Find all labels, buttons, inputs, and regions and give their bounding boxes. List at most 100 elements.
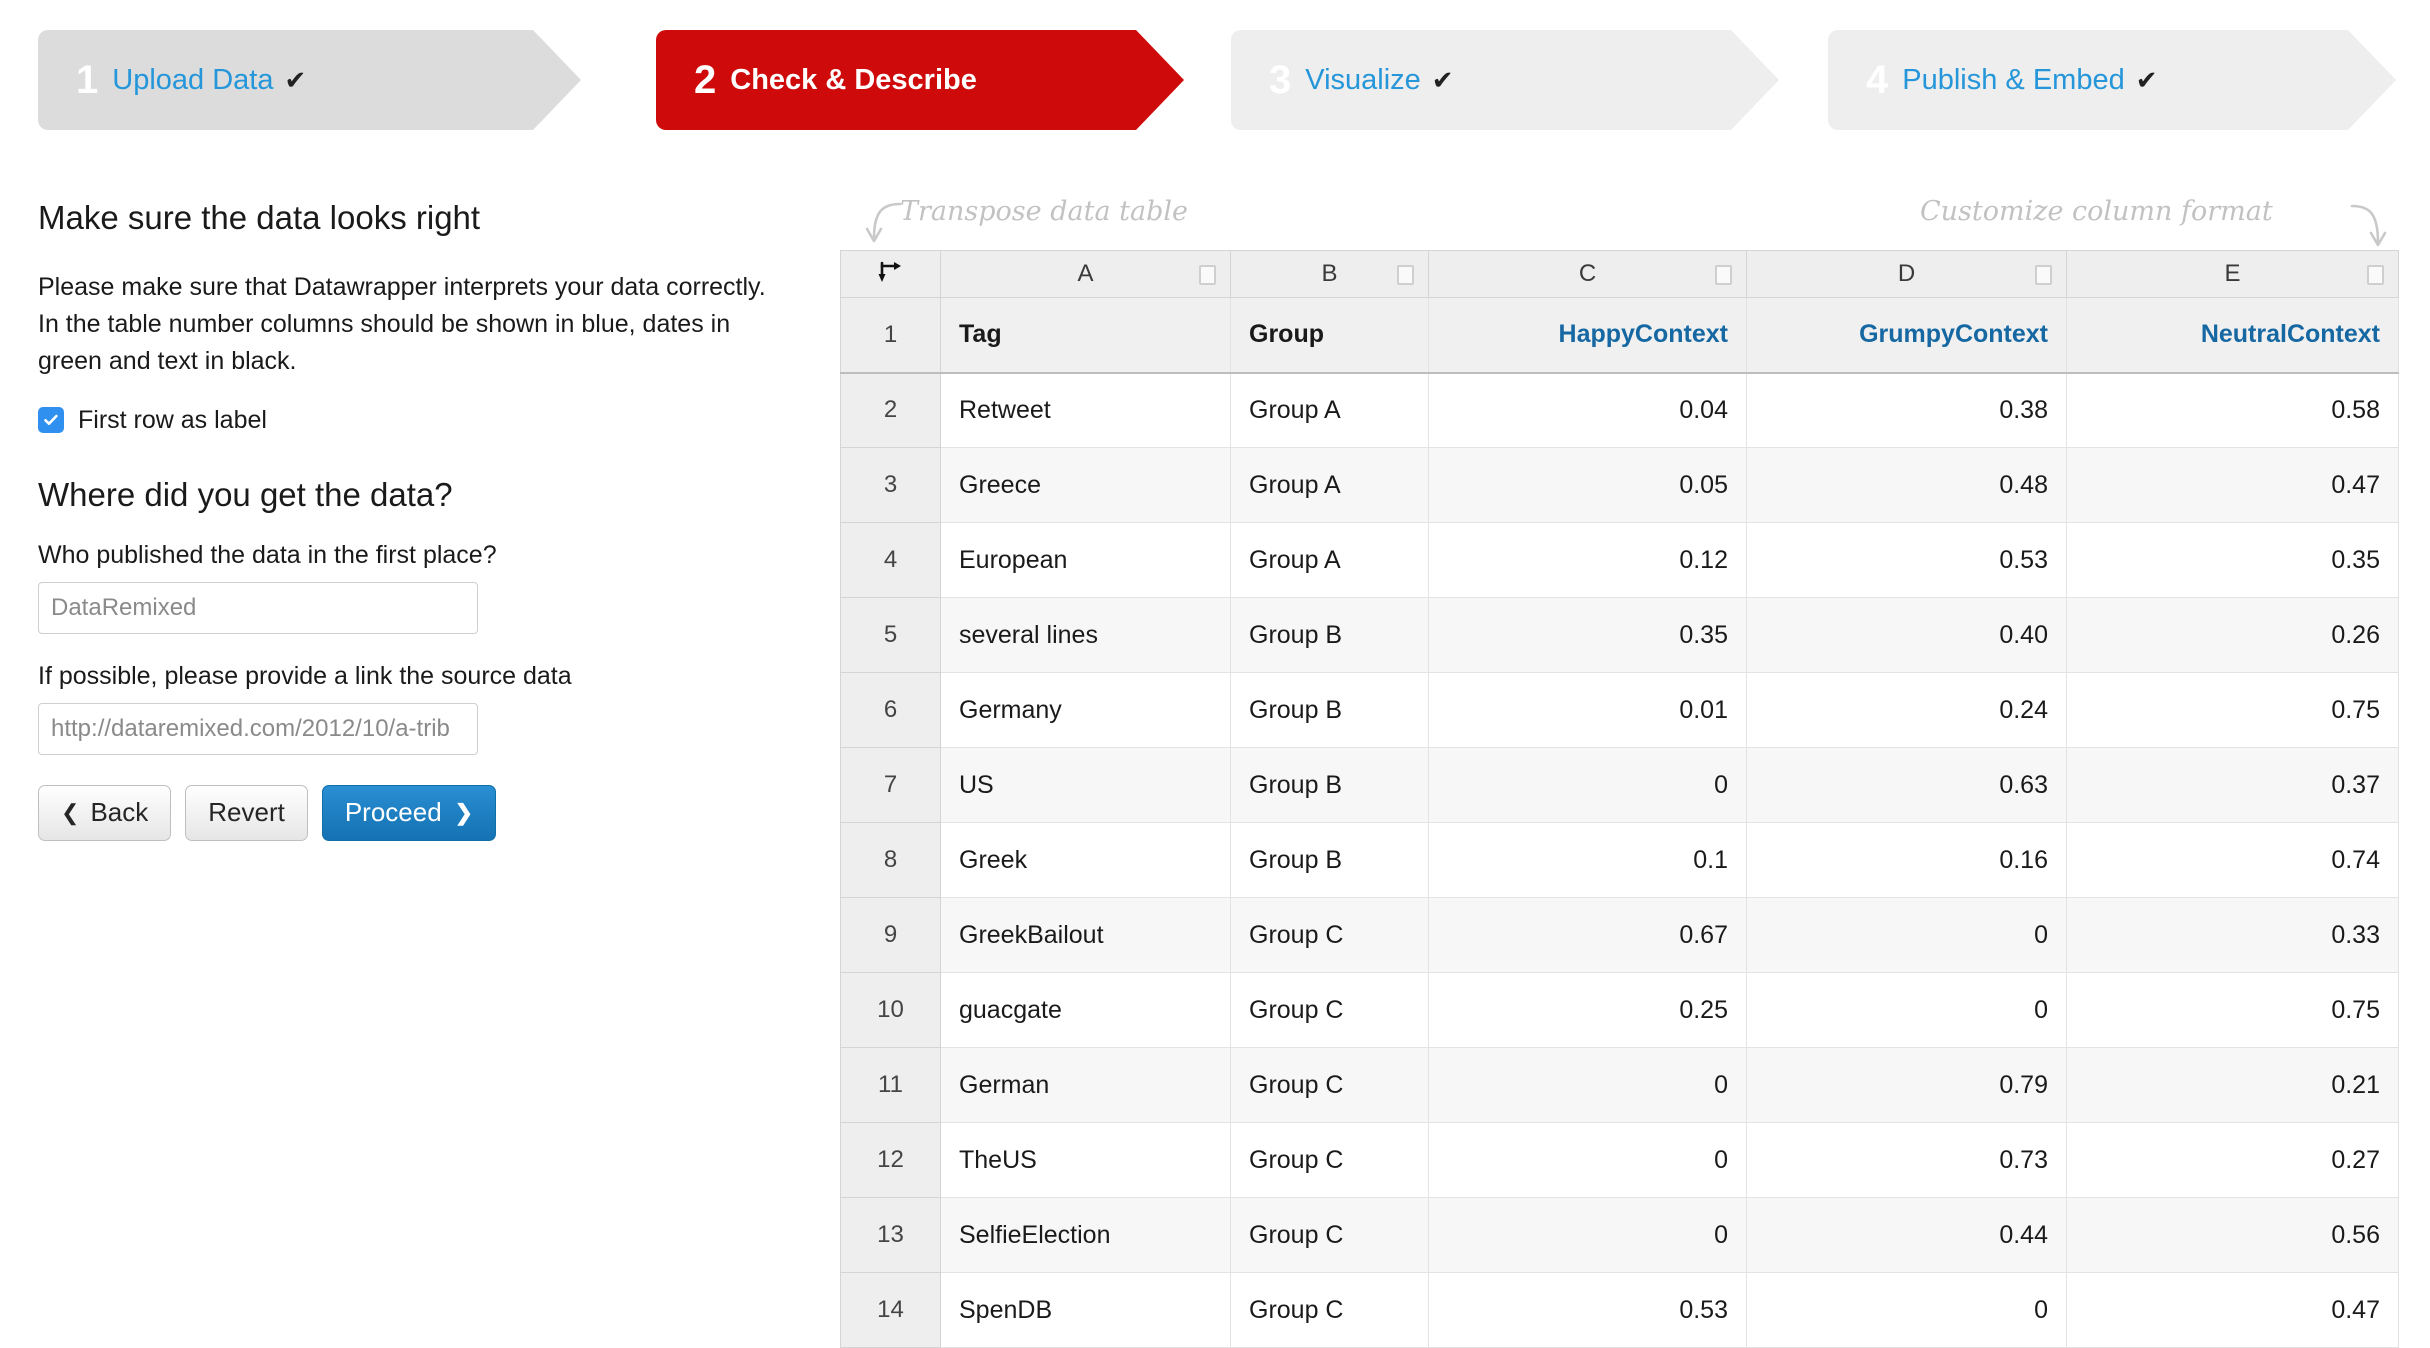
cell-d[interactable]: 0.79 [1746,1047,2067,1123]
cell-e[interactable]: 0.56 [2066,1197,2399,1273]
table-row[interactable]: 10 guacgate Group C 0.25 0 0.75 [840,972,2399,1048]
wizard-step-check-describe[interactable]: 2 Check & Describe [656,30,1184,130]
cell-e[interactable]: 0.75 [2066,672,2399,748]
table-row[interactable]: 11 German Group C 0 0.79 0.21 [840,1047,2399,1123]
cell-c[interactable]: 0.05 [1428,447,1747,523]
cell-c[interactable]: 0 [1428,1197,1747,1273]
cell-b[interactable]: Group C [1230,972,1429,1048]
column-header-d[interactable]: D [1746,250,2067,298]
cell-e[interactable]: NeutralContext [2066,297,2399,374]
cell-c[interactable]: 0.67 [1428,897,1747,973]
cell-e[interactable]: 0.35 [2066,522,2399,598]
back-button[interactable]: ❮ Back [38,784,172,841]
cell-e[interactable]: 0.26 [2066,597,2399,673]
cell-d[interactable]: 0 [1746,972,2067,1048]
table-row[interactable]: 2 Retweet Group A 0.04 0.38 0.58 [840,372,2399,448]
cell-d[interactable]: 0.38 [1746,372,2067,448]
cell-d[interactable]: 0.24 [1746,672,2067,748]
cell-c[interactable]: 0 [1428,1047,1747,1123]
cell-a[interactable]: SpenDB [940,1272,1231,1348]
cell-e[interactable]: 0.47 [2066,447,2399,523]
cell-d[interactable]: 0 [1746,897,2067,973]
cell-c[interactable]: 0.01 [1428,672,1747,748]
cell-d[interactable]: 0.44 [1746,1197,2067,1273]
cell-e[interactable]: 0.33 [2066,897,2399,973]
cell-c[interactable]: 0.04 [1428,372,1747,448]
cell-e[interactable]: 0.75 [2066,972,2399,1048]
cell-c[interactable]: 0.25 [1428,972,1747,1048]
column-header-b[interactable]: B [1230,250,1429,298]
cell-b[interactable]: Group [1230,297,1429,374]
table-row[interactable]: 1 Tag Group HappyContext GrumpyContext N… [840,297,2399,374]
table-row[interactable]: 5 several lines Group B 0.35 0.40 0.26 [840,597,2399,673]
cell-a[interactable]: guacgate [940,972,1231,1048]
cell-b[interactable]: Group B [1230,597,1429,673]
cell-d[interactable]: 0.48 [1746,447,2067,523]
cell-a[interactable]: several lines [940,597,1231,673]
transpose-button[interactable] [840,250,941,298]
cell-b[interactable]: Group B [1230,822,1429,898]
column-header-a[interactable]: A [940,250,1231,298]
cell-d[interactable]: GrumpyContext [1746,297,2067,374]
cell-a[interactable]: GreekBailout [940,897,1231,973]
table-row[interactable]: 12 TheUS Group C 0 0.73 0.27 [840,1122,2399,1198]
wizard-step-publish-embed[interactable]: 4 Publish & Embed ✔ [1828,30,2396,130]
cell-b[interactable]: Group A [1230,447,1429,523]
cell-a[interactable]: European [940,522,1231,598]
cell-b[interactable]: Group A [1230,372,1429,448]
cell-e[interactable]: 0.27 [2066,1122,2399,1198]
table-row[interactable]: 14 SpenDB Group C 0.53 0 0.47 [840,1272,2399,1348]
revert-button[interactable]: Revert [185,784,308,841]
table-row[interactable]: 4 European Group A 0.12 0.53 0.35 [840,522,2399,598]
cell-d[interactable]: 0.53 [1746,522,2067,598]
cell-c[interactable]: 0 [1428,747,1747,823]
wizard-step-upload-data[interactable]: 1 Upload Data ✔ [38,30,581,130]
cell-b[interactable]: Group A [1230,522,1429,598]
cell-e[interactable]: 0.58 [2066,372,2399,448]
cell-a[interactable]: Greek [940,822,1231,898]
cell-b[interactable]: Group B [1230,747,1429,823]
cell-e[interactable]: 0.37 [2066,747,2399,823]
column-header-c[interactable]: C [1428,250,1747,298]
column-format-icon-a[interactable] [1199,265,1216,285]
cell-b[interactable]: Group B [1230,672,1429,748]
cell-c[interactable]: 0.1 [1428,822,1747,898]
cell-e[interactable]: 0.47 [2066,1272,2399,1348]
cell-e[interactable]: 0.21 [2066,1047,2399,1123]
cell-a[interactable]: Germany [940,672,1231,748]
column-format-icon-d[interactable] [2035,265,2052,285]
first-row-as-label-row[interactable]: First row as label [38,406,778,435]
cell-c[interactable]: 0.12 [1428,522,1747,598]
cell-c[interactable]: HappyContext [1428,297,1747,374]
cell-a[interactable]: TheUS [940,1122,1231,1198]
cell-b[interactable]: Group C [1230,1272,1429,1348]
source-link-input[interactable] [38,702,478,755]
cell-b[interactable]: Group C [1230,1122,1429,1198]
cell-c[interactable]: 0.35 [1428,597,1747,673]
cell-a[interactable]: SelfieElection [940,1197,1231,1273]
column-format-icon-b[interactable] [1397,265,1414,285]
table-row[interactable]: 3 Greece Group A 0.05 0.48 0.47 [840,447,2399,523]
publisher-input[interactable] [38,581,478,634]
column-format-icon-e[interactable] [2367,265,2384,285]
cell-a[interactable]: US [940,747,1231,823]
cell-b[interactable]: Group C [1230,1197,1429,1273]
cell-b[interactable]: Group C [1230,1047,1429,1123]
table-row[interactable]: 7 US Group B 0 0.63 0.37 [840,747,2399,823]
column-header-e[interactable]: E [2066,250,2399,298]
cell-d[interactable]: 0.73 [1746,1122,2067,1198]
wizard-step-visualize[interactable]: 3 Visualize ✔ [1231,30,1779,130]
checkbox-checked-icon[interactable] [38,407,64,434]
table-row[interactable]: 9 GreekBailout Group C 0.67 0 0.33 [840,897,2399,973]
table-row[interactable]: 6 Germany Group B 0.01 0.24 0.75 [840,672,2399,748]
cell-d[interactable]: 0.16 [1746,822,2067,898]
cell-b[interactable]: Group C [1230,897,1429,973]
cell-e[interactable]: 0.74 [2066,822,2399,898]
cell-a[interactable]: German [940,1047,1231,1123]
cell-a[interactable]: Tag [940,297,1231,374]
cell-a[interactable]: Retweet [940,372,1231,448]
proceed-button[interactable]: Proceed ❯ [321,784,497,841]
cell-d[interactable]: 0 [1746,1272,2067,1348]
table-row[interactable]: 8 Greek Group B 0.1 0.16 0.74 [840,822,2399,898]
cell-a[interactable]: Greece [940,447,1231,523]
